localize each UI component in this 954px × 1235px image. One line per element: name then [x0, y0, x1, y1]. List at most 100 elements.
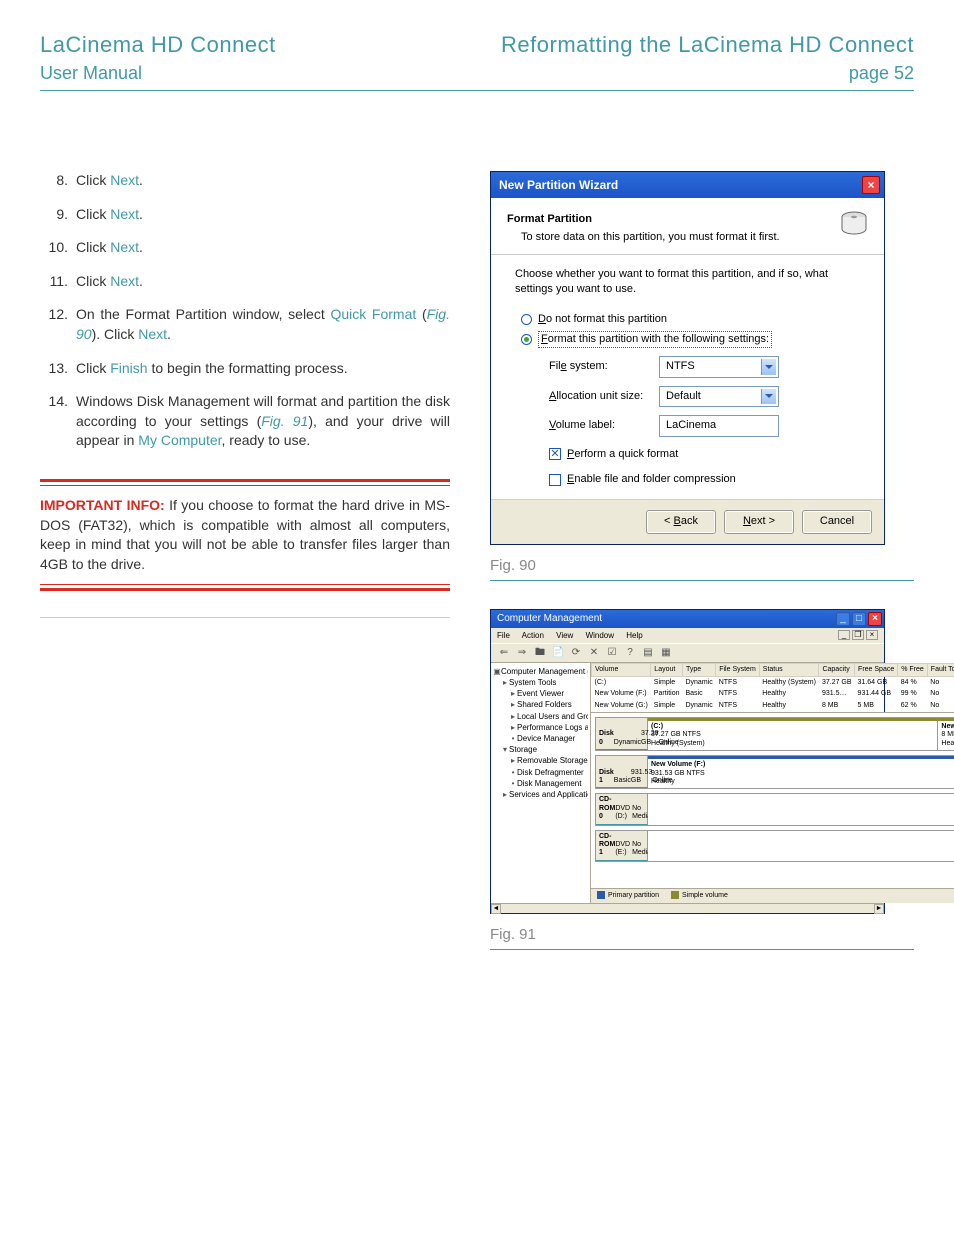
menu-bar: File Action View Window Help _ ❐ ×	[491, 628, 884, 643]
cdrom-0-row[interactable]: CD-ROM 0DVD (D:) No Media	[595, 793, 954, 825]
nav-back-icon[interactable]: ⇐	[497, 646, 511, 660]
col-volume[interactable]: Volume	[592, 663, 651, 676]
menu-file[interactable]: File	[497, 631, 510, 640]
fig-91-caption: Fig. 91	[490, 924, 914, 945]
disk-icon	[838, 208, 870, 245]
up-icon[interactable]: 🖿	[533, 646, 547, 660]
col-status[interactable]: Status	[759, 663, 819, 676]
tree-users: ▸Local Users and Groups	[493, 711, 588, 722]
col-type[interactable]: Type	[682, 663, 715, 676]
step-12: On the Format Partition window, select Q…	[40, 305, 450, 344]
maximize-icon[interactable]: □	[852, 612, 866, 626]
next-link[interactable]: Next	[138, 326, 167, 342]
checkbox-icon	[549, 448, 561, 460]
tree-diskmgmt: •Disk Management	[493, 778, 588, 789]
allocation-unit-select[interactable]: Default	[659, 386, 779, 407]
row-volume-label: Volume label: LaCinema	[549, 415, 868, 436]
mdi-restore-icon[interactable]: ❐	[852, 630, 864, 640]
volume-label-input[interactable]: LaCinema	[659, 415, 779, 436]
radio-format-with-settings[interactable]: Format this partition with the following…	[521, 331, 868, 348]
mdi-close-icon[interactable]: ×	[866, 630, 878, 640]
partition-new-volume: New Volume (8 MB NTFSHealthy	[938, 718, 954, 750]
delete-icon[interactable]: ✕	[587, 646, 601, 660]
col-fs[interactable]: File System	[716, 663, 760, 676]
back-button[interactable]: < Back	[646, 510, 716, 533]
file-system-select[interactable]: NTFS	[659, 356, 779, 377]
finish-link[interactable]: Finish	[110, 360, 147, 376]
volumes-table[interactable]: Volume Layout Type File System Status Ca…	[591, 663, 954, 712]
radio-icon	[521, 334, 532, 345]
close-icon[interactable]: ×	[862, 176, 880, 194]
list-icon[interactable]: ▤	[641, 646, 655, 660]
dialog-titlebar[interactable]: New Partition Wizard ×	[491, 172, 884, 198]
partition-f: New Volume (F:)931.53 GB NTFSHealthy	[648, 756, 954, 788]
legend: Primary partition Simple volume	[591, 888, 954, 903]
toolbar: ⇐ ⇒ 🖿 📄 ⟳ ✕ ☑ ? ▤ ▦	[491, 643, 884, 663]
next-link[interactable]: Next	[110, 239, 139, 255]
dialog-heading: Format Partition	[507, 212, 868, 227]
disk-0-row[interactable]: Disk 0Dynamic37.28 GBOnline (C:)37.27 GB…	[595, 717, 954, 751]
next-link[interactable]: Next	[110, 273, 139, 289]
dialog-prompt: Choose whether you want to format this p…	[515, 267, 868, 298]
scroll-right-icon[interactable]: ►	[874, 904, 884, 914]
fig-rule	[490, 949, 914, 950]
step-8: Click Next.	[40, 171, 450, 191]
scroll-left-icon[interactable]: ◄	[491, 904, 501, 914]
checkbox-enable-compression[interactable]: Enable file and folder compression	[549, 472, 868, 487]
menu-view[interactable]: View	[556, 631, 573, 640]
col-capacity[interactable]: Capacity	[819, 663, 855, 676]
nav-fwd-icon[interactable]: ⇒	[515, 646, 529, 660]
quick-format-link[interactable]: Quick Format	[330, 306, 416, 322]
col-layout[interactable]: Layout	[651, 663, 683, 676]
tree-storage: ▾Storage	[493, 744, 588, 755]
important-info-label: IMPORTANT INFO:	[40, 497, 165, 513]
menu-window[interactable]: Window	[586, 631, 614, 640]
step-14: Windows Disk Management will format and …	[40, 392, 450, 451]
radio-do-not-format[interactable]: Do not format this partition	[521, 312, 868, 327]
next-link[interactable]: Next	[110, 206, 139, 222]
my-computer-link[interactable]: My Computer	[138, 432, 221, 448]
legend-swatch-simple	[671, 891, 679, 899]
tree-services: ▸Services and Applications	[493, 789, 588, 800]
dialog-button-bar: < Back Next > Cancel	[491, 499, 884, 543]
fig-91-ref[interactable]: Fig. 91	[261, 413, 308, 429]
col-free[interactable]: Free Space	[855, 663, 898, 676]
horizontal-scrollbar[interactable]: ◄ ►	[491, 903, 884, 913]
checkbox-quick-format[interactable]: Perform a quick format	[549, 447, 868, 462]
properties-icon[interactable]: 📄	[551, 646, 565, 660]
menu-help[interactable]: Help	[626, 631, 642, 640]
row-allocation-unit: Allocation unit size: Default	[549, 386, 868, 407]
partition-c: (C:)37.27 GB NTFSHealthy (System)	[648, 718, 938, 750]
nav-tree[interactable]: ▣Computer Management (Local) ▸System Too…	[491, 663, 591, 903]
radio-icon	[521, 314, 532, 325]
next-link[interactable]: Next	[110, 172, 139, 188]
step-10: Click Next.	[40, 238, 450, 258]
cancel-button[interactable]: Cancel	[802, 510, 872, 533]
tree-system-tools: ▸System Tools	[493, 677, 588, 688]
minimize-icon[interactable]: _	[836, 612, 850, 626]
tree-defrag: •Disk Defragmenter	[493, 767, 588, 778]
close-icon[interactable]: ×	[868, 612, 882, 626]
fig-rule	[490, 580, 914, 581]
checkbox-icon	[549, 474, 561, 486]
grid-icon[interactable]: ▦	[659, 646, 673, 660]
menu-action[interactable]: Action	[522, 631, 544, 640]
mdi-minimize-icon[interactable]: _	[838, 630, 850, 640]
disk-1-row[interactable]: Disk 1Basic931.53 GBOnline New Volume (F…	[595, 755, 954, 789]
tree-perf: ▸Performance Logs and Alerts	[493, 722, 588, 733]
section-rule	[40, 617, 450, 618]
tree-root: ▣Computer Management (Local)	[493, 666, 588, 677]
next-button[interactable]: Next >	[724, 510, 794, 533]
window-titlebar[interactable]: Computer Management _ □ ×	[491, 610, 884, 628]
legend-swatch-primary	[597, 891, 605, 899]
tree-devmgr: •Device Manager	[493, 733, 588, 744]
important-info-box: IMPORTANT INFO: If you choose to format …	[40, 479, 450, 591]
refresh-icon[interactable]: ⟳	[569, 646, 583, 660]
col-fault[interactable]: Fault Tolerance	[927, 663, 954, 676]
col-pct[interactable]: % Free	[898, 663, 928, 676]
step-11: Click Next.	[40, 272, 450, 292]
help-icon[interactable]: ?	[623, 646, 637, 660]
settings-icon[interactable]: ☑	[605, 646, 619, 660]
cdrom-1-row[interactable]: CD-ROM 1DVD (E:) No Media	[595, 830, 954, 862]
step-list: Click Next. Click Next. Click Next. Clic…	[40, 171, 450, 451]
